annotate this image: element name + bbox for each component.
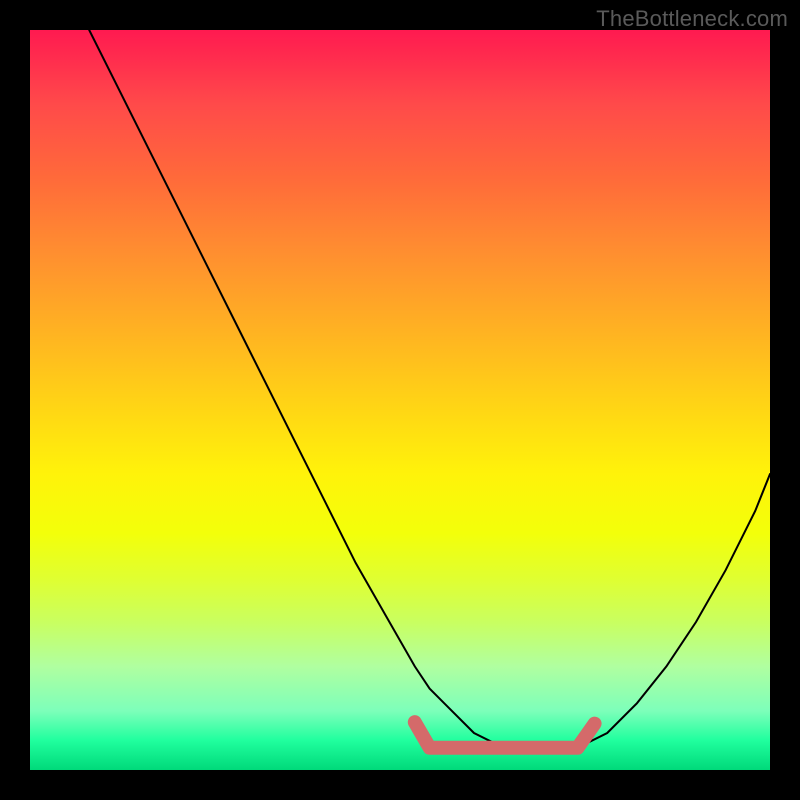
watermark-text: TheBottleneck.com [596,6,788,32]
chart-svg [30,30,770,770]
plot-area [30,30,770,770]
series-curve [89,30,770,748]
flat-region-highlight [415,722,595,748]
chart-container: TheBottleneck.com [0,0,800,800]
